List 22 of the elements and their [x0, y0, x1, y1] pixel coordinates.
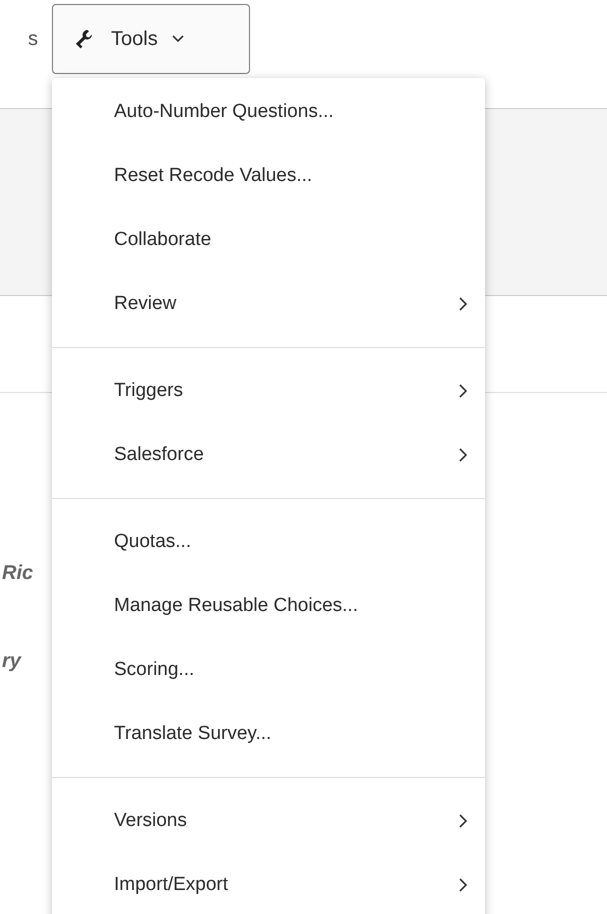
chevron-right-icon [459, 878, 467, 892]
menu-item[interactable]: Manage Reusable Choices... [52, 574, 485, 638]
nav-item-text[interactable]: s [0, 24, 52, 54]
menu-item[interactable]: Auto-Number Questions... [52, 80, 485, 144]
menu-item[interactable]: Translate Survey... [52, 702, 485, 766]
menu-item[interactable]: Versions [52, 789, 485, 853]
question-text: ry [2, 649, 21, 674]
chevron-right-icon [459, 814, 467, 828]
menu-item[interactable]: Scoring... [52, 638, 485, 702]
menu-item[interactable]: Review [52, 272, 485, 336]
question-text: Ric [2, 561, 34, 586]
menu-item[interactable]: Import/Export [52, 853, 485, 914]
tools-button[interactable]: Tools [52, 4, 250, 74]
menu-item[interactable]: Reset Recode Values... [52, 144, 485, 208]
menu-item[interactable]: Triggers [52, 359, 485, 423]
chevron-down-icon [172, 35, 184, 43]
menu-item[interactable]: Quotas... [52, 510, 485, 574]
chevron-right-icon [459, 448, 467, 462]
chevron-right-icon [459, 384, 467, 398]
menu-item[interactable]: Collaborate [52, 208, 485, 272]
chevron-right-icon [459, 297, 467, 311]
menu-item[interactable]: Salesforce [52, 423, 485, 487]
